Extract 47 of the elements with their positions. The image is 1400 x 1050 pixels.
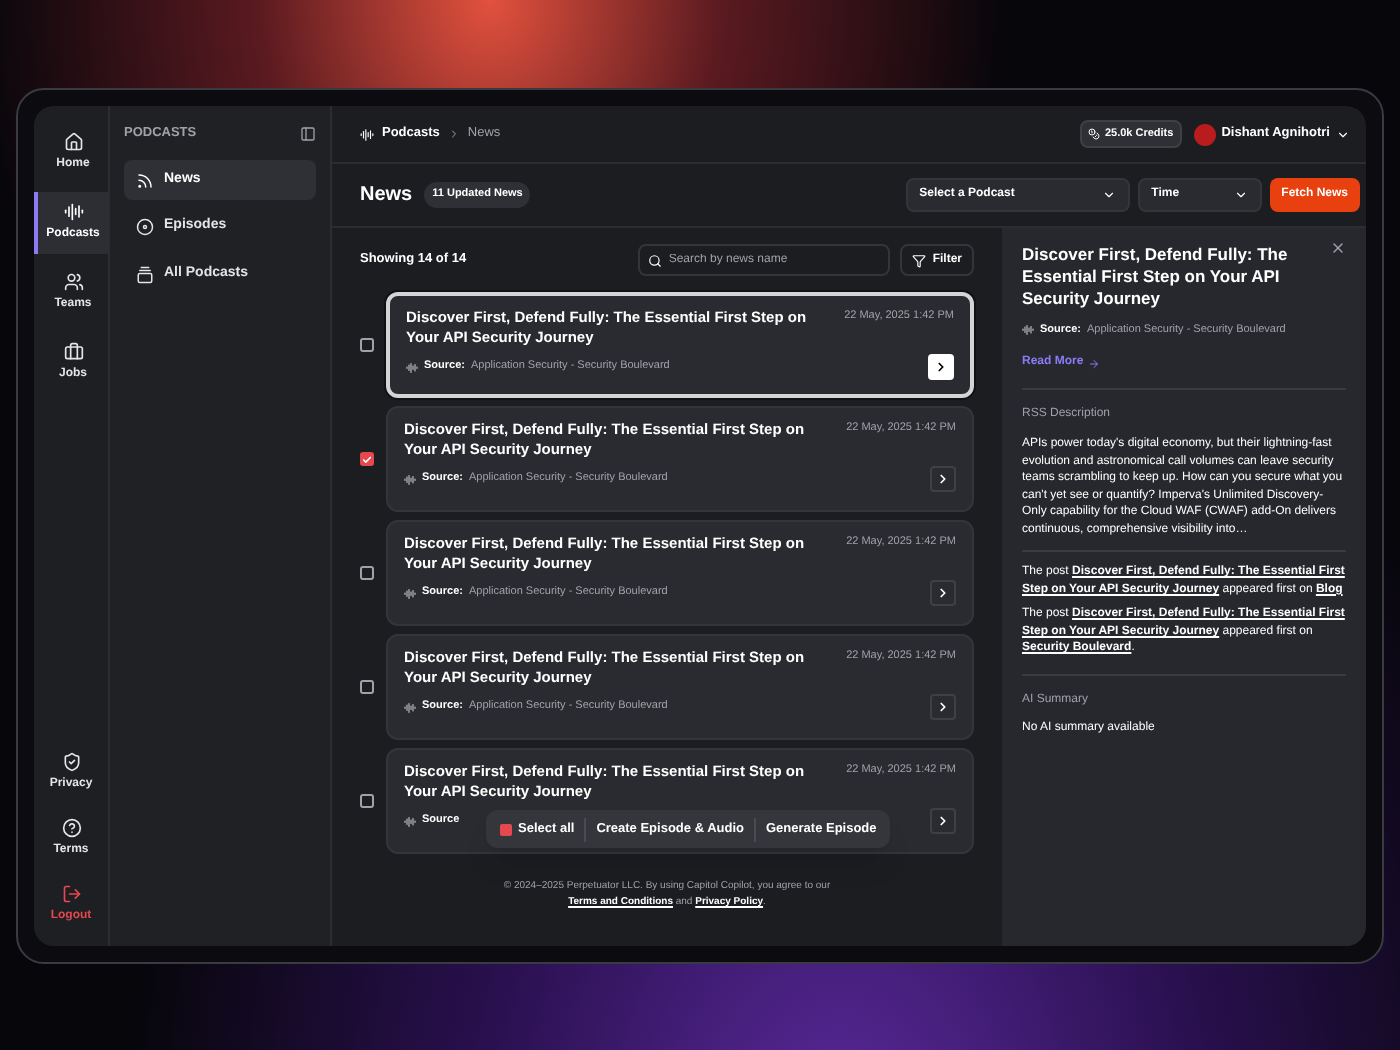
checkbox[interactable] [360,338,374,352]
rss-icon [136,171,154,189]
filter-icon [912,253,927,267]
chevron-down-icon [1101,188,1116,202]
chevron-right-icon [936,472,950,486]
close-icon[interactable] [1330,240,1346,256]
checkbox[interactable] [360,680,374,694]
sound-wave-icon [1022,324,1034,337]
sound-wave-icon [360,127,374,141]
open-button[interactable] [928,354,954,380]
sound-wave-icon [404,587,416,599]
panel-toggle-icon[interactable] [300,125,316,142]
shield-icon [61,752,81,772]
open-button[interactable] [930,694,956,720]
chevron-right-icon [447,128,460,140]
home-icon [63,132,83,152]
chevron-down-icon [1336,127,1350,141]
sound-wave-icon [406,361,418,373]
open-button[interactable] [930,466,956,492]
detail-title: Discover First, Defend Fully: The Essential First Step on Your API Security Journey [1022,244,1290,310]
page-title: News [360,182,413,210]
chevron-right-icon [936,700,950,714]
checkbox[interactable] [360,566,374,580]
avatar [1193,123,1216,145]
sound-wave-icon [404,815,416,827]
coin-icon [1088,128,1101,140]
disc-icon [136,218,154,236]
open-button[interactable] [930,808,956,834]
checkbox[interactable] [360,794,374,808]
arrow-right-icon [1087,357,1100,370]
users-icon [63,272,83,292]
check-icon [362,453,372,465]
sound-wave-icon [63,202,83,222]
briefcase-icon [63,342,83,362]
search-icon [648,253,663,267]
chevron-right-icon [936,814,950,828]
chevron-right-icon [934,360,948,374]
help-icon [61,818,81,838]
chevron-down-icon [1233,188,1248,202]
sound-wave-icon [404,701,416,713]
gallery-icon [136,265,154,283]
logout-icon [61,884,81,904]
select-all-checkbox[interactable] [500,823,512,835]
open-button[interactable] [930,580,956,606]
sound-wave-icon [404,473,416,485]
chevron-right-icon [936,586,950,600]
checkbox[interactable] [360,452,374,466]
